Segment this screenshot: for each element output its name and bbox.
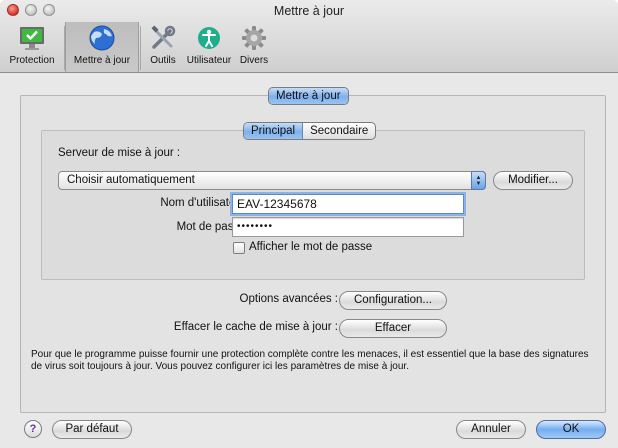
toolbar-label: Divers xyxy=(239,55,269,66)
monitor-check-icon xyxy=(17,24,47,52)
toolbar-label: Mettre à jour xyxy=(73,55,131,66)
configuration-button[interactable]: Configuration... xyxy=(339,291,447,310)
toolbar-label: Utilisateur xyxy=(186,55,232,66)
update-description: Pour que le programme puisse fournir une… xyxy=(31,349,589,372)
section-tab[interactable]: Mettre à jour xyxy=(268,87,349,105)
title-toolbar: Mettre à jour Protection Mettre à jour O… xyxy=(0,0,618,73)
server-group: Principal Secondaire Serveur de mise à j… xyxy=(41,122,585,280)
server-popup[interactable]: Choisir automatiquement ▲ ▼ xyxy=(58,171,486,190)
advanced-options-label: Options avancées : xyxy=(239,293,338,305)
server-label: Serveur de mise à jour : xyxy=(58,147,181,159)
window-title: Mettre à jour xyxy=(273,4,345,18)
toolbar-item-misc[interactable]: Divers xyxy=(236,22,272,72)
clear-cache-button[interactable]: Effacer xyxy=(339,319,447,338)
server-tabs: Principal Secondaire xyxy=(243,122,377,140)
show-password-checkbox[interactable] xyxy=(233,242,245,254)
tab-update[interactable]: Mettre à jour xyxy=(269,88,348,104)
clear-cache-label: Effacer le cache de mise à jour : xyxy=(173,321,338,333)
tools-icon xyxy=(148,24,178,52)
toolbar-label: Outils xyxy=(150,55,176,66)
help-button[interactable]: ? xyxy=(24,420,42,438)
toolbar-item-update[interactable]: Mettre à jour xyxy=(65,22,139,72)
tab-principal[interactable]: Principal xyxy=(244,123,304,139)
password-field[interactable]: •••••••• xyxy=(232,217,464,237)
server-popup-value: Choisir automatiquement xyxy=(67,174,195,186)
username-field[interactable]: EAV-12345678 xyxy=(232,194,464,214)
toolbar-item-protection[interactable]: Protection xyxy=(2,22,62,72)
update-panel: Mettre à jour Principal Secondaire Serve… xyxy=(20,87,606,413)
toolbar-label: Protection xyxy=(9,55,55,66)
preferences-window: Mettre à jour Protection Mettre à jour O… xyxy=(0,0,618,448)
toolbar-item-tools[interactable]: Outils xyxy=(142,22,184,72)
gear-icon xyxy=(239,24,269,52)
globe-icon xyxy=(87,24,117,52)
popup-arrows-icon: ▲ ▼ xyxy=(471,171,486,190)
show-password-label: Afficher le mot de passe xyxy=(249,241,373,253)
tab-secondaire[interactable]: Secondaire xyxy=(303,123,375,139)
accessibility-icon xyxy=(194,24,224,52)
default-button[interactable]: Par défaut xyxy=(52,420,132,439)
modify-button[interactable]: Modifier... xyxy=(493,171,573,190)
toolbar-separator xyxy=(140,26,141,70)
toolbar-item-user[interactable]: Utilisateur xyxy=(184,22,234,72)
ok-button[interactable]: OK xyxy=(536,420,606,439)
cancel-button[interactable]: Annuler xyxy=(456,420,526,439)
